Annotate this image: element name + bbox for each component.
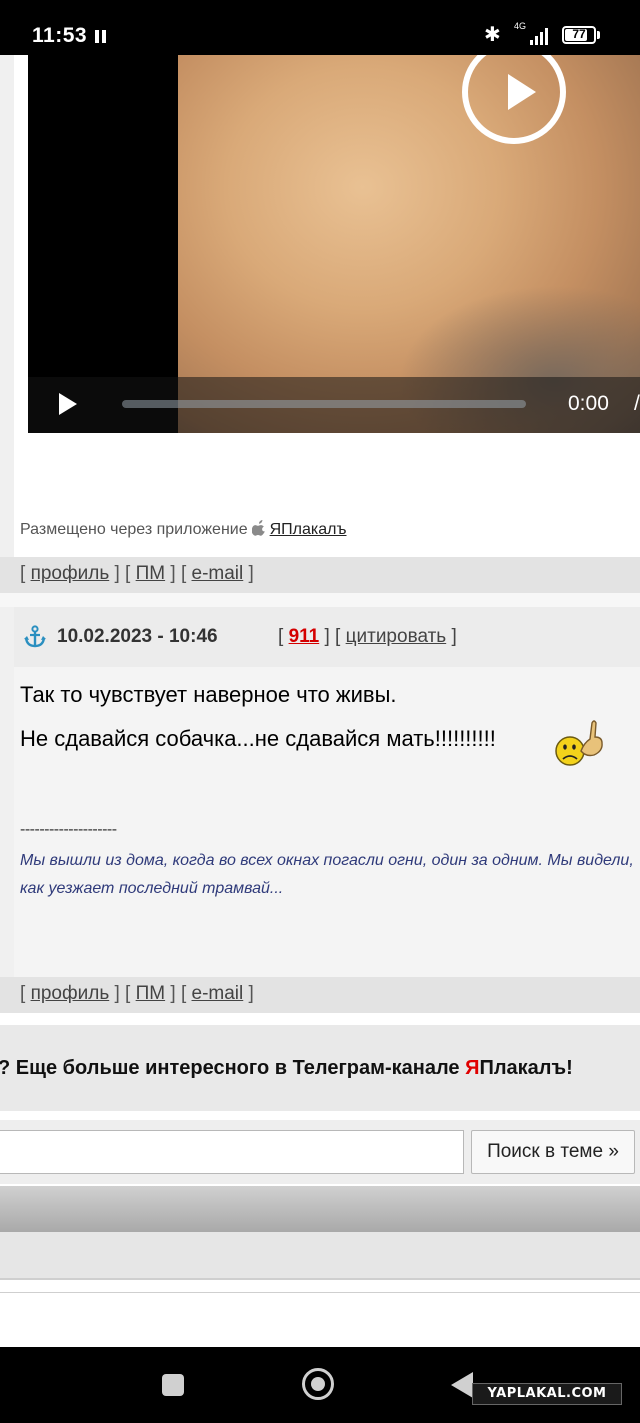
- footer-band: [0, 1186, 640, 1232]
- app-link[interactable]: ЯПлакалъ: [270, 521, 347, 538]
- post-header: 10.02.2023 - 10:46 [ 911 ] [ цитировать …: [14, 607, 640, 667]
- signal-icon: [530, 28, 552, 45]
- recent-apps-icon[interactable]: [162, 1374, 184, 1396]
- post-number-link[interactable]: 911: [289, 626, 320, 647]
- play-icon: [508, 74, 536, 110]
- post-date: 10.02.2023 - 10:46: [57, 626, 218, 647]
- posted-via-label: Размещено через приложение: [20, 521, 248, 538]
- video-player[interactable]: 0:00 /: [28, 55, 640, 433]
- profile-link[interactable]: профиль: [31, 563, 110, 584]
- email-link[interactable]: e-mail: [192, 983, 244, 1004]
- post-text-line: Не сдавайся собачка...не сдавайся мать!!…: [20, 726, 496, 751]
- search-input[interactable]: [0, 1130, 464, 1174]
- navigation-bar: YAPLAKAL.COM: [0, 1347, 640, 1423]
- telegram-banner-text[interactable]: ? Еще больше интересного в Телеграм-кана…: [0, 1057, 573, 1080]
- profile-link[interactable]: профиль: [31, 983, 110, 1004]
- pm-link[interactable]: ПМ: [136, 983, 165, 1004]
- battery-icon: 77: [562, 26, 596, 44]
- back-icon[interactable]: [451, 1372, 473, 1398]
- signature-text: Мы вышли из дома, когда во всех окнах по…: [20, 852, 634, 897]
- pm-link[interactable]: ПМ: [136, 563, 165, 584]
- play-button[interactable]: [59, 393, 77, 415]
- seek-bar[interactable]: [122, 400, 526, 408]
- video-controls: 0:00 /: [28, 377, 640, 433]
- anchor-icon[interactable]: [24, 625, 46, 649]
- telegram-banner[interactable]: ? Еще больше интересного в Телеграм-кана…: [0, 1025, 640, 1111]
- signature-separator: --------------------: [20, 821, 117, 838]
- topic-search: Поиск в теме »: [0, 1120, 640, 1184]
- home-icon[interactable]: [302, 1368, 334, 1400]
- video-time: 0:00: [568, 392, 609, 415]
- post-body: Так то чувствует наверное что живы. Не с…: [14, 667, 640, 977]
- battery-level: 77: [572, 27, 586, 41]
- post-meta: [ 911 ] [ цитировать ]: [278, 626, 457, 647]
- status-time: 11:53: [32, 24, 88, 47]
- email-link[interactable]: e-mail: [192, 563, 244, 584]
- post-text-line: Так то чувствует наверное что живы.: [20, 682, 397, 707]
- pause-icon: [95, 30, 107, 43]
- video-time-separator: /: [634, 392, 640, 415]
- bluetooth-icon: ✱: [484, 24, 501, 46]
- post-links-bar: [ профиль ] [ ПМ ] [ e-mail ]: [0, 557, 640, 593]
- posted-via: Размещено через приложение ЯПлакалъ: [20, 520, 347, 539]
- post-links-bar: [ профиль ] [ ПМ ] [ e-mail ]: [0, 977, 640, 1013]
- apple-icon: [251, 520, 266, 536]
- smiley-icon: [554, 715, 608, 769]
- network-type: 4G: [514, 21, 527, 31]
- footer-band: [0, 1232, 640, 1280]
- search-button[interactable]: Поиск в теме »: [471, 1130, 635, 1174]
- footer-band: [0, 1292, 640, 1348]
- status-bar: 11:53 ✱ 4G 77: [0, 0, 640, 55]
- quote-link[interactable]: цитировать: [346, 626, 447, 647]
- watermark: YAPLAKAL.COM: [472, 1383, 622, 1405]
